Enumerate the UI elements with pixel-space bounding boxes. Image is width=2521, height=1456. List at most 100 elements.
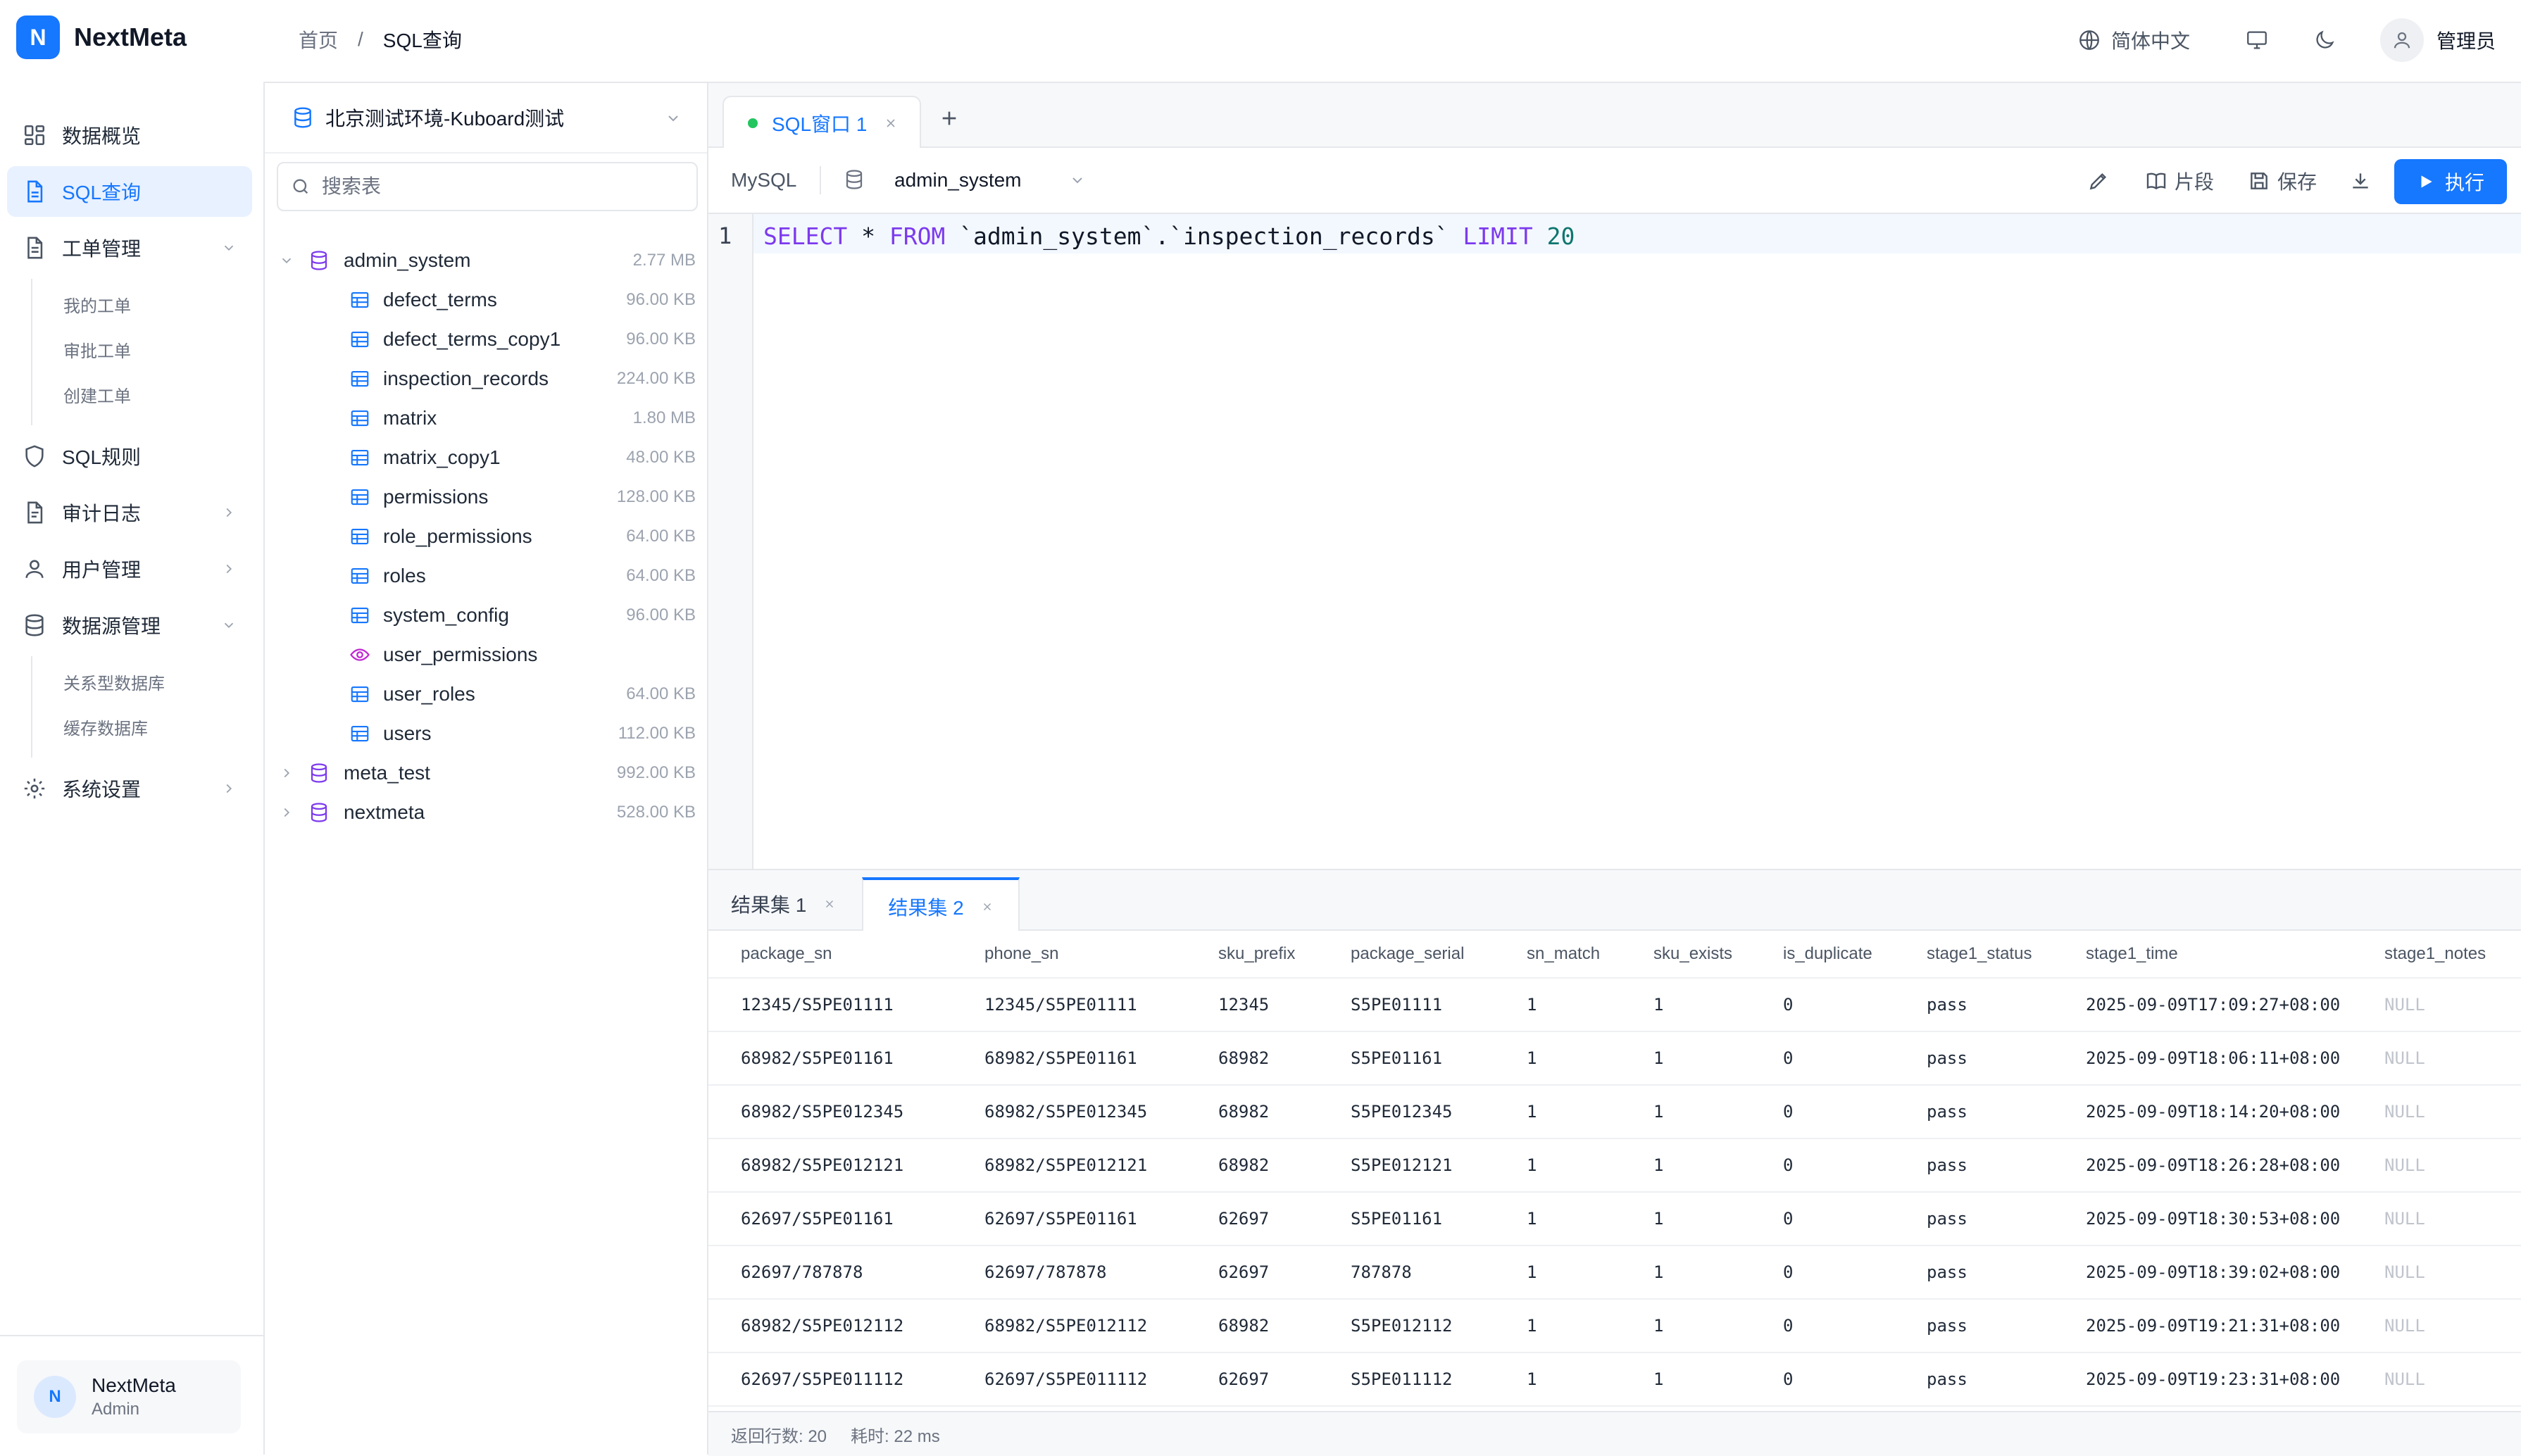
table-cell[interactable]: 68982 [1218, 1032, 1269, 1084]
column-header[interactable]: package_serial [1351, 931, 1464, 977]
table-cell[interactable]: 68982/S5PE012112 [984, 1300, 1147, 1352]
column-header[interactable]: phone_sn [984, 931, 1058, 977]
table-cell[interactable]: pass [1927, 1032, 1968, 1084]
table-row[interactable]: 62697/S5PE01161 62697/S5PE01161 62697 S5PE0… [708, 1193, 2521, 1246]
table-cell[interactable]: pass [1927, 1353, 1968, 1405]
chevron-down-icon[interactable] [1069, 172, 1086, 189]
table-cell[interactable]: 62697 [1218, 1353, 1269, 1405]
tree-table-node[interactable]: roles 64.00 KB [265, 556, 707, 596]
column-header[interactable]: is_duplicate [1783, 931, 1872, 977]
table-cell[interactable]: 1 [1527, 1246, 1537, 1298]
table-cell[interactable]: 1 [1653, 1139, 1663, 1191]
table-row[interactable]: 68982/S5PE012112 68982/S5PE012112 68982 S5P… [708, 1300, 2521, 1353]
table-cell[interactable]: 0 [1783, 1086, 1793, 1138]
add-tab-icon[interactable] [938, 107, 961, 130]
nav-sub-approve-workorders[interactable]: 审批工单 [32, 327, 252, 372]
table-cell[interactable]: 62697/S5PE011112 [984, 1353, 1147, 1405]
table-cell[interactable]: 62697/787878 [741, 1246, 863, 1298]
close-icon[interactable] [823, 898, 836, 910]
table-cell[interactable]: pass [1927, 979, 1968, 1031]
tree-db-node[interactable]: nextmeta 528.00 KB [265, 793, 707, 832]
table-cell[interactable]: S5PE012112 [1351, 1300, 1453, 1352]
chevron-down-icon[interactable] [279, 253, 294, 268]
table-cell[interactable]: pass [1927, 1193, 1968, 1245]
table-cell[interactable]: 12345/S5PE01111 [741, 979, 894, 1031]
table-cell[interactable]: 0 [1783, 1193, 1793, 1245]
theme-toggle-button[interactable] [2313, 28, 2337, 52]
table-cell[interactable]: 1 [1527, 979, 1537, 1031]
close-icon[interactable] [884, 116, 898, 130]
table-cell[interactable]: 2025-09-09T18:30:53+08:00 [2086, 1193, 2340, 1245]
table-cell[interactable]: 62697/S5PE01161 [741, 1193, 894, 1245]
table-cell[interactable]: pass [1927, 1139, 1968, 1191]
table-cell[interactable]: 787878 [1351, 1246, 1412, 1298]
table-cell[interactable]: 1 [1653, 979, 1663, 1031]
tree-table-node[interactable]: matrix_copy1 48.00 KB [265, 438, 707, 477]
tree-db-node[interactable]: meta_test 992.00 KB [265, 753, 707, 793]
tree-table-node[interactable]: users 112.00 KB [265, 714, 707, 753]
table-cell[interactable]: 1 [1653, 1086, 1663, 1138]
table-cell[interactable]: S5PE011112 [1351, 1353, 1453, 1405]
table-row[interactable]: 62697/S5PE011112 62697/S5PE011112 62697 S5P… [708, 1353, 2521, 1407]
user-menu[interactable]: 管理员 [2379, 18, 2496, 62]
tree-table-node[interactable]: permissions 128.00 KB [265, 477, 707, 517]
table-row[interactable]: 62697/787878 62697/787878 62697 787878 1 1 0 pa… [708, 1246, 2521, 1300]
download-button[interactable] [2349, 165, 2372, 197]
tree-table-node[interactable]: defect_terms_copy1 96.00 KB [265, 320, 707, 359]
table-cell[interactable]: 68982 [1218, 1139, 1269, 1191]
sql-code[interactable]: SELECT * FROM `admin_system`.`inspection… [763, 222, 1575, 250]
column-header[interactable]: sku_exists [1653, 931, 1732, 977]
nav-item-sql-query[interactable]: SQL查询 [7, 166, 252, 217]
format-button[interactable] [2087, 165, 2110, 197]
table-cell[interactable]: 12345 [1218, 979, 1269, 1031]
table-cell[interactable]: NULL [2384, 1139, 2425, 1191]
nav-sub-create-workorder[interactable]: 创建工单 [32, 372, 252, 417]
table-cell[interactable]: 68982 [1218, 1086, 1269, 1138]
close-icon[interactable] [981, 900, 994, 913]
table-cell[interactable]: S5PE012121 [1351, 1139, 1453, 1191]
table-cell[interactable]: 1 [1653, 1193, 1663, 1245]
nav-sub-my-workorders[interactable]: 我的工单 [32, 282, 252, 327]
table-cell[interactable]: 1 [1653, 1353, 1663, 1405]
table-cell[interactable]: 1 [1527, 1086, 1537, 1138]
table-cell[interactable]: 68982/S5PE01161 [741, 1032, 894, 1084]
tree-table-node[interactable]: matrix 1.80 MB [265, 398, 707, 438]
nav-item-sql-rules[interactable]: SQL规则 [7, 431, 252, 482]
table-cell[interactable]: 1 [1527, 1300, 1537, 1352]
tree-table-node[interactable]: user_roles 64.00 KB [265, 674, 707, 714]
nav-item-dashboard[interactable]: 数据概览 [7, 110, 252, 161]
table-cell[interactable]: NULL [2384, 1246, 2425, 1298]
table-cell[interactable]: NULL [2384, 1032, 2425, 1084]
nav-item-users[interactable]: 用户管理 [7, 544, 252, 594]
tree-table-node[interactable]: inspection_records 224.00 KB [265, 359, 707, 398]
table-cell[interactable]: 1 [1653, 1246, 1663, 1298]
fullscreen-button[interactable] [2245, 28, 2269, 52]
datasource-select[interactable]: 北京测试环境-Kuboard测试 [265, 83, 707, 153]
tab-result-1[interactable]: 结果集 1 [731, 877, 836, 931]
run-button[interactable]: 执行 [2394, 159, 2507, 204]
sql-editor[interactable]: 1 SELECT * FROM `admin_system`.`inspecti… [708, 214, 2521, 869]
table-cell[interactable]: 2025-09-09T19:23:31+08:00 [2086, 1353, 2340, 1405]
column-header[interactable]: stage1_status [1927, 931, 2032, 977]
table-cell[interactable]: 0 [1783, 1300, 1793, 1352]
tree-table-node[interactable]: defect_terms 96.00 KB [265, 280, 707, 320]
table-cell[interactable]: 1 [1653, 1032, 1663, 1084]
table-cell[interactable]: NULL [2384, 1300, 2425, 1352]
breadcrumb-home[interactable]: 首页 [299, 25, 338, 54]
tree-db-node[interactable]: admin_system 2.77 MB [265, 241, 707, 280]
schema-select[interactable]: admin_system [894, 169, 1022, 192]
table-cell[interactable]: pass [1927, 1246, 1968, 1298]
nav-sub-relational-db[interactable]: 关系型数据库 [32, 659, 252, 704]
table-cell[interactable]: 62697 [1218, 1246, 1269, 1298]
table-cell[interactable]: 68982/S5PE012112 [741, 1300, 903, 1352]
nav-item-audit-log[interactable]: 审计日志 [7, 487, 252, 538]
nav-sub-cache-db[interactable]: 缓存数据库 [32, 704, 252, 749]
table-cell[interactable]: 68982 [1218, 1300, 1269, 1352]
table-cell[interactable]: 2025-09-09T17:09:27+08:00 [2086, 979, 2340, 1031]
table-cell[interactable]: 2025-09-09T18:14:20+08:00 [2086, 1086, 2340, 1138]
table-cell[interactable]: NULL [2384, 979, 2425, 1031]
table-cell[interactable]: 1 [1527, 1139, 1537, 1191]
column-header[interactable]: stage1_time [2086, 931, 2178, 977]
table-row[interactable]: 12345/S5PE01111 12345/S5PE01111 12345 S5PE0… [708, 979, 2521, 1032]
table-cell[interactable]: NULL [2384, 1193, 2425, 1245]
